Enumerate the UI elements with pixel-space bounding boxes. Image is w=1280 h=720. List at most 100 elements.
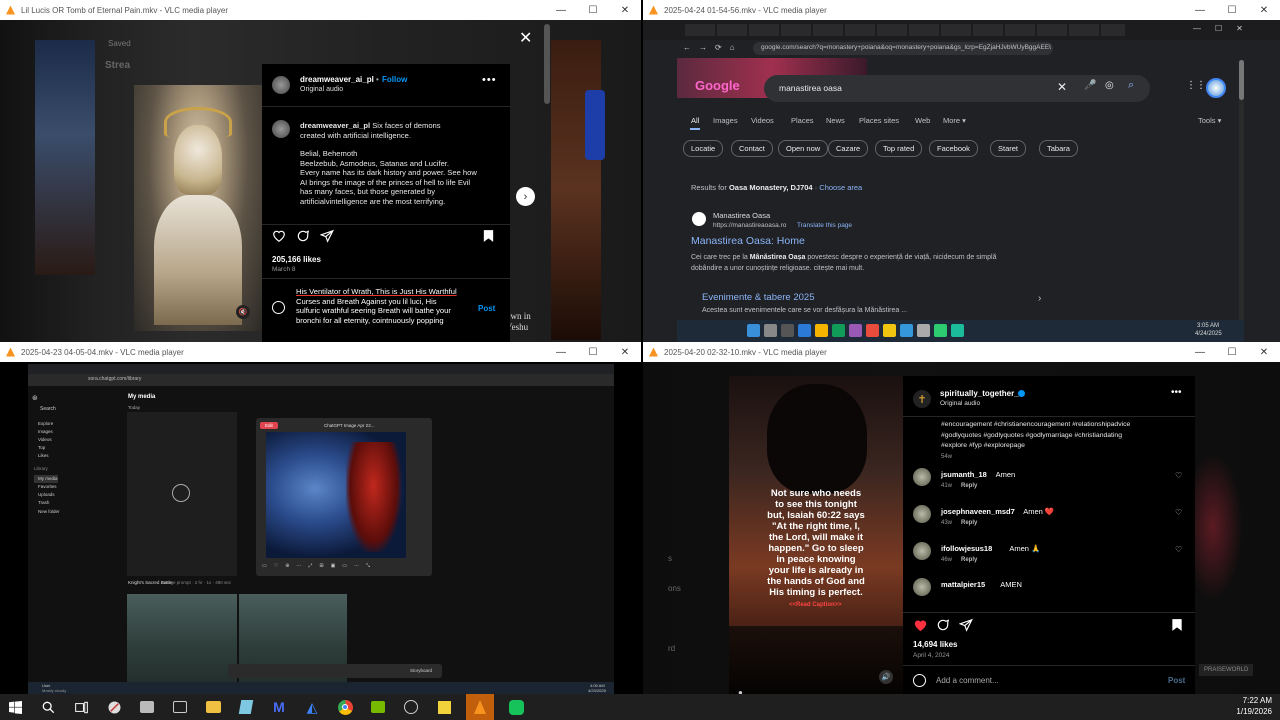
search-icon[interactable]: ⌕ [1128,79,1134,92]
site-name[interactable]: Manastirea Oasa [713,211,770,220]
browser-tab[interactable] [685,24,1125,36]
library-item[interactable]: Trash [34,499,58,507]
steam-icon[interactable] [400,696,422,718]
library-item[interactable]: Uploads [34,491,58,499]
scrollbar[interactable] [543,20,551,342]
modal-badge[interactable]: Edit [260,422,278,429]
read-caption-label[interactable]: <<Read Caption>> [789,602,842,608]
comment-reply-button[interactable]: Reply [961,557,977,563]
task-view-icon[interactable] [70,696,92,718]
filter-chip[interactable]: Facebook [929,140,978,157]
minimize-button[interactable]: — [545,0,577,20]
app-green-icon[interactable] [505,696,527,718]
sidebar-item[interactable]: Explore [34,420,53,428]
comment-like-icon[interactable]: ♡ [1175,545,1182,554]
video-thumbnail-loading[interactable] [127,412,237,576]
file-explorer-icon[interactable] [202,696,224,718]
comment-username[interactable]: ifollowjesus18 [941,544,992,553]
avatar[interactable] [272,76,290,94]
comment-reply-button[interactable]: Reply [961,520,977,526]
mic-icon[interactable]: 🎤 [1084,80,1096,91]
url-text[interactable]: sora.chatgpt.com/library [88,376,141,382]
sidebar-item[interactable]: Top [34,444,53,452]
caption-username[interactable]: dreamweaver_ai_pl [300,121,370,130]
search-tab[interactable]: Images [713,116,738,125]
modal-controls[interactable]: ▭♡⊕⋯⤢⊞▣▭⋯⤡ [262,563,377,569]
filter-chip[interactable]: Locatie [683,140,724,157]
mute-icon[interactable]: 🔊 [879,670,893,684]
comment-avatar[interactable] [913,505,931,523]
video-area[interactable]: Saved Strea own in Yeshu 🔇 dreamweaver_a… [0,20,641,342]
filter-chip[interactable]: Staret [990,140,1027,157]
likes-count[interactable]: 205,166 likes [272,255,321,264]
chrome-icon[interactable] [334,696,356,718]
follow-button[interactable]: Follow [382,75,407,84]
emoji-icon[interactable] [272,301,285,314]
no-entry-icon[interactable] [103,696,125,718]
post-image[interactable]: Not sure who needs to see this tonight but… [729,376,903,694]
storyboard-bar[interactable]: Storyboard [228,664,442,678]
translate-link[interactable]: Translate this page [797,222,852,229]
chevron-right-icon[interactable]: › [1038,293,1041,304]
close-modal-icon[interactable]: ✕ [519,28,532,48]
comment-avatar[interactable] [913,542,931,560]
media-modal[interactable]: Edit ChatGPT Image Apr 22... ▭♡⊕⋯⤢⊞▣▭⋯⤡ [256,418,432,576]
mute-icon[interactable]: 🔇 [236,305,250,319]
search-tab[interactable]: All [691,116,699,125]
sticky-notes-icon[interactable] [433,696,455,718]
filter-chip[interactable]: Contact [731,140,773,157]
clock-date[interactable]: 1/19/2026 [1236,707,1272,716]
filter-chip[interactable]: Tabara [1039,140,1078,157]
monks-image-2[interactable] [239,594,347,694]
video-area[interactable]: s ons rd Not sure who needs to see this t… [643,362,1280,694]
heart-icon[interactable] [272,229,286,243]
search-tab[interactable]: Places sites [859,116,899,125]
sidebar-search[interactable]: Search [40,406,56,412]
comment-username[interactable]: mattalpier15 [941,580,985,589]
comment-input[interactable]: Add a comment... [936,676,999,685]
blue-woman-image[interactable] [266,432,406,558]
search-tab[interactable]: Web [915,116,930,125]
files-icon[interactable] [136,696,158,718]
heart-filled-icon[interactable] [913,618,928,633]
maximize-button[interactable]: ☐ [1216,342,1248,362]
filter-chip[interactable]: Open now [778,140,829,157]
search-tab[interactable]: Videos [751,116,774,125]
app-m-icon[interactable]: M [268,696,290,718]
video-area[interactable]: sora.chatgpt.com/library ⊛ Search Explor… [0,362,641,694]
sidebar-item[interactable]: Images [34,428,53,436]
comment-username[interactable]: josephnaveen_msd7 [941,507,1015,516]
events-link[interactable]: Evenimente & tabere 2025 [702,292,815,303]
start-icon[interactable] [4,696,26,718]
emoji-icon[interactable] [913,674,926,687]
notepad-icon[interactable] [235,696,257,718]
search-tab[interactable]: News [826,116,845,125]
tools-button[interactable]: Tools ▾ [1198,116,1221,125]
library-item[interactable]: Favorites [34,483,58,491]
close-button[interactable]: ✕ [1248,342,1280,362]
more-options-icon[interactable]: ••• [482,74,497,86]
bookmark-icon[interactable] [1171,618,1183,632]
close-button[interactable]: ✕ [609,0,641,20]
media-icon[interactable] [169,696,191,718]
comment-avatar[interactable] [913,468,931,486]
post-image[interactable]: 🔇 [134,85,262,331]
sidebar-item[interactable]: Videos [34,436,53,444]
share-icon[interactable] [959,618,973,632]
comment-username[interactable]: jsumanth_18 [941,470,987,479]
maximize-button[interactable]: ☐ [577,342,609,362]
site-url[interactable]: https://manastireaoasa.ro [713,222,786,229]
post-comment-button[interactable]: Post [478,304,495,313]
post-username[interactable]: spiritually_together_ [940,389,1019,398]
lens-icon[interactable]: ◎ [1105,80,1114,91]
minimize-button[interactable]: — [545,342,577,362]
maximize-button[interactable]: ☐ [577,0,609,20]
app-bird-icon[interactable]: ◭ [301,696,323,718]
bookmark-icon[interactable] [482,229,495,243]
comment-icon[interactable] [936,618,950,632]
new-folder[interactable]: New folder [38,509,60,514]
close-button[interactable]: ✕ [609,342,641,362]
likes-count[interactable]: 14,694 likes [913,640,957,649]
vlc-icon[interactable] [466,694,494,720]
post-comment-button[interactable]: Post [1168,676,1185,685]
